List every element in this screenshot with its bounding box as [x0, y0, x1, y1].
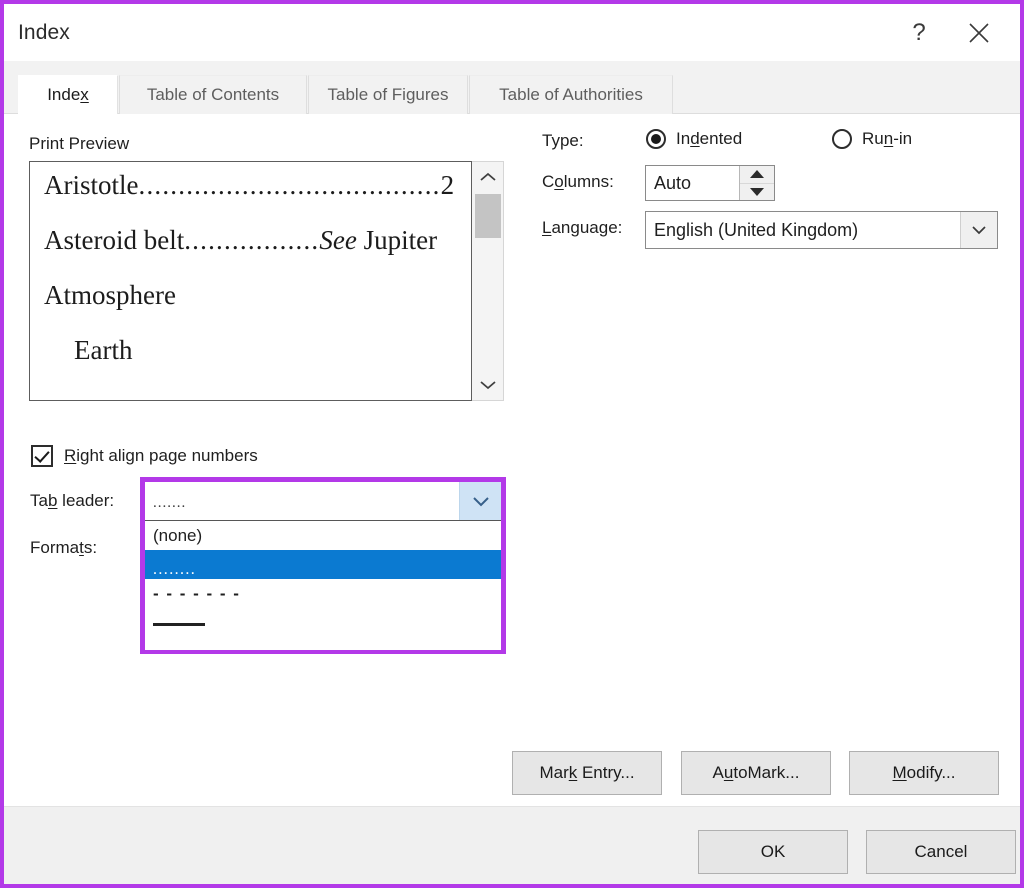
language-label: Language: — [542, 218, 622, 238]
tab-index-label: Index — [47, 85, 89, 104]
tab-index[interactable]: Index — [18, 75, 118, 115]
columns-stepper[interactable]: Auto — [645, 165, 775, 201]
print-preview-content: Aristotle...............................… — [30, 162, 471, 364]
scrollbar-thumb[interactable] — [475, 194, 501, 238]
tab-leader-option-dots-label: ........ — [153, 560, 197, 578]
dialog-body: Print Preview Aristotle.................… — [4, 114, 1020, 806]
modify-button[interactable]: Modify... — [849, 751, 999, 795]
columns-stepper-buttons — [739, 166, 774, 200]
checkbox-marker — [31, 445, 53, 467]
type-label: Type: — [542, 131, 584, 150]
help-icon[interactable]: ? — [896, 12, 942, 54]
preview-entry-crossref: Jupiter — [356, 225, 438, 255]
tab-table-of-contents[interactable]: Table of Contents — [119, 75, 307, 114]
tab-leader-option-none-label: (none) — [153, 525, 203, 545]
tab-table-of-contents-label: Table of Contents — [146, 85, 280, 104]
index-dialog: Index ? Index Table of Contents Table of… — [0, 0, 1024, 888]
automark-button[interactable]: AutoMark... — [681, 751, 831, 795]
ok-button-label: OK — [760, 842, 786, 861]
preview-entry: Asteroid belt.................See Jupite… — [44, 227, 457, 254]
preview-entry-text: Asteroid belt — [44, 225, 185, 255]
tab-leader-dropdown-list[interactable]: (none) ........ - - - - - - - — [145, 521, 501, 650]
preview-entry-leader: ................. — [184, 225, 320, 255]
preview-entry: Aristotle...............................… — [44, 172, 457, 199]
right-align-page-numbers-checkbox[interactable]: Right align page numbers — [31, 445, 258, 467]
radio-run-in-marker — [832, 129, 852, 149]
tab-table-of-figures[interactable]: Table of Figures — [308, 75, 468, 114]
preview-scrollbar[interactable] — [472, 161, 504, 401]
tab-leader-option-dashes[interactable]: - - - - - - - — [145, 579, 501, 608]
preview-entry-text: Earth — [74, 335, 133, 365]
preview-entry-text: Atmosphere — [44, 280, 176, 310]
tab-leader-label-text: Tab leader: — [30, 491, 115, 510]
chevron-down-icon[interactable] — [960, 212, 997, 248]
tab-leader-option-dashes-label: - - - - - - - — [153, 583, 241, 603]
modify-button-label: Modify... — [892, 763, 956, 782]
columns-value[interactable]: Auto — [646, 166, 739, 200]
print-preview-label: Print Preview — [29, 134, 130, 153]
language-label-text: Language: — [542, 218, 623, 237]
formats-label-text: Formats: — [30, 538, 98, 557]
formats-label: Formats: — [30, 538, 97, 558]
radio-indented-label: Indented — [676, 129, 743, 148]
right-align-page-numbers-label: Right align page numbers — [64, 446, 258, 465]
preview-entry-crossref-italic: See — [319, 225, 357, 255]
mark-entry-button-label: Mark Entry... — [539, 763, 635, 782]
ok-button[interactable]: OK — [698, 830, 848, 874]
chevron-down-icon[interactable] — [472, 370, 503, 400]
spinner-down-icon[interactable] — [740, 184, 774, 201]
cancel-button-label: Cancel — [914, 842, 968, 861]
radio-indented[interactable]: Indented — [646, 129, 742, 149]
language-value[interactable]: English (United Kingdom) — [646, 212, 960, 248]
tab-leader-option-dots[interactable]: ........ — [145, 550, 501, 579]
tab-leader-label: Tab leader: — [30, 491, 114, 511]
preview-entry-text: Aristotle — [44, 170, 139, 200]
spinner-up-icon[interactable] — [740, 166, 774, 184]
preview-entry-leader: ...................................... — [138, 170, 441, 200]
dialog-footer: OK Cancel — [4, 806, 1020, 884]
preview-entry: Atmosphere — [44, 282, 457, 309]
tab-table-of-authorities[interactable]: Table of Authorities — [469, 75, 673, 114]
tab-leader-option-none[interactable]: (none) — [145, 521, 501, 550]
tab-table-of-figures-label: Table of Figures — [327, 85, 449, 104]
preview-entry-page: 2 — [440, 170, 455, 200]
tab-leader-highlight: ....... (none) ........ - - - - - - - — [140, 477, 506, 654]
automark-button-label: AutoMark... — [712, 763, 800, 782]
radio-run-in[interactable]: Run-in — [832, 129, 912, 149]
mark-entry-button[interactable]: Mark Entry... — [512, 751, 662, 795]
dialog-title-bar: Index ? — [4, 4, 1020, 61]
columns-label: Columns: — [542, 172, 614, 192]
close-icon[interactable] — [956, 12, 1002, 54]
columns-label-text: Columns: — [542, 172, 614, 191]
radio-run-in-label: Run-in — [862, 129, 913, 148]
cancel-button[interactable]: Cancel — [866, 830, 1016, 874]
language-combobox[interactable]: English (United Kingdom) — [645, 211, 998, 249]
chevron-up-icon[interactable] — [472, 162, 503, 192]
dialog-title: Index — [18, 21, 70, 44]
tab-leader-combobox[interactable]: ....... — [145, 482, 501, 521]
radio-indented-marker — [646, 129, 666, 149]
tab-strip: Index Table of Contents Table of Figures… — [4, 61, 1020, 115]
preview-entry: Earth — [44, 337, 457, 364]
tab-leader-option-line[interactable] — [145, 608, 501, 637]
tab-leader-value[interactable]: ....... — [145, 482, 459, 520]
tab-table-of-authorities-label: Table of Authorities — [499, 85, 643, 104]
print-preview-box: Aristotle...............................… — [29, 161, 472, 401]
chevron-down-icon[interactable] — [459, 482, 501, 520]
tab-leader-option-line-marker — [153, 623, 205, 626]
